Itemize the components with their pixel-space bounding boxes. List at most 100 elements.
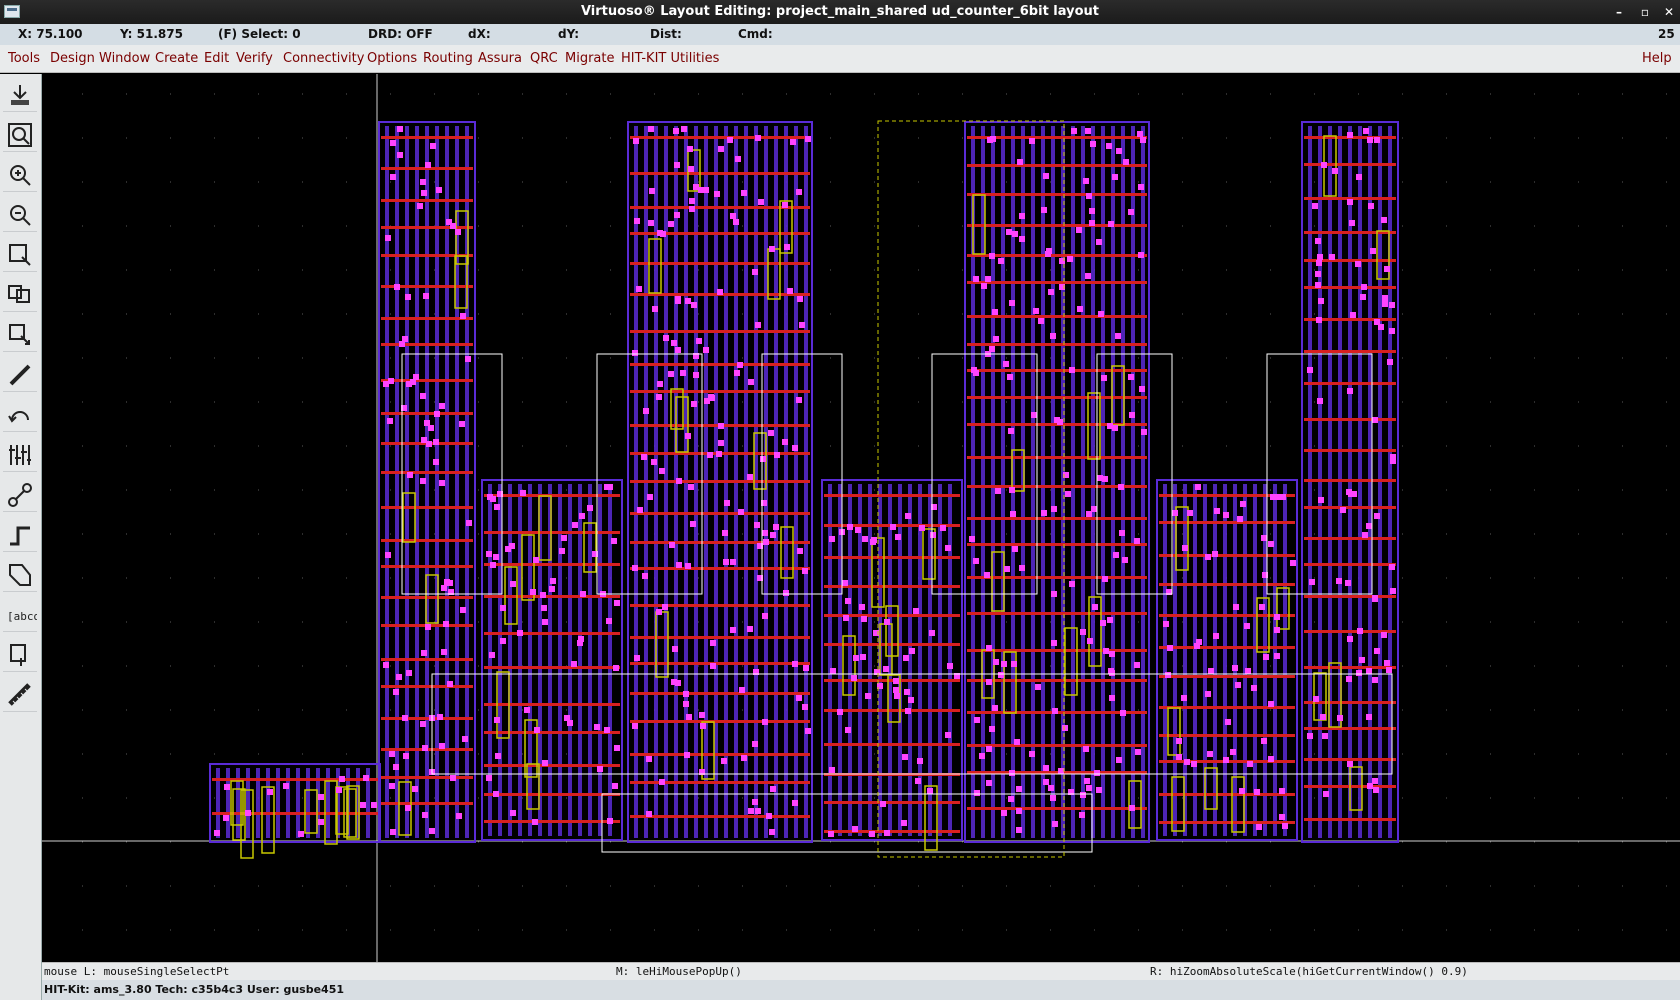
via-contact <box>643 408 649 414</box>
via-contact <box>1054 417 1060 423</box>
label-icon[interactable]: [abcd] <box>3 596 37 632</box>
via-contact <box>869 831 875 837</box>
copy-icon[interactable] <box>3 276 37 312</box>
via-contact <box>1240 501 1246 507</box>
zoom-in-icon[interactable] <box>3 156 37 192</box>
maximize-icon[interactable]: ▫ <box>1636 3 1654 21</box>
via-contact <box>607 484 613 490</box>
via-contact <box>1381 632 1387 638</box>
via-contact <box>1316 317 1322 323</box>
via-contact <box>390 174 396 180</box>
via-contact <box>986 746 992 752</box>
property-icon[interactable] <box>3 436 37 472</box>
via-contact <box>830 668 836 674</box>
via-contact <box>893 687 899 693</box>
menu-hit-kit-utilities[interactable]: HIT-KIT Utilities <box>621 45 719 73</box>
via-contact <box>1290 560 1296 566</box>
via-contact <box>1080 629 1086 635</box>
via-contact <box>1320 714 1326 720</box>
via-contact <box>945 545 951 551</box>
mouse-middle-binding: M: leHiMousePopUp() <box>616 965 742 978</box>
via-contact <box>741 755 747 761</box>
via-contact <box>437 714 443 720</box>
metal2-strap <box>630 692 810 695</box>
metal2-strap <box>630 636 810 639</box>
layout-drawing[interactable] <box>42 74 1680 962</box>
menu-edit[interactable]: Edit <box>204 45 229 73</box>
via-contact <box>520 490 526 496</box>
menu-migrate[interactable]: Migrate <box>565 45 615 73</box>
minimize-icon[interactable]: – <box>1610 3 1628 21</box>
fit-view-icon[interactable] <box>3 116 37 152</box>
via-contact <box>669 542 675 548</box>
metal1-rail <box>578 484 582 836</box>
via-contact <box>1008 428 1014 434</box>
menu-tools[interactable]: Tools <box>8 45 40 73</box>
via-contact <box>1048 289 1054 295</box>
via-contact <box>668 221 674 227</box>
via-contact <box>1307 367 1313 373</box>
metal1-rail <box>395 126 399 838</box>
via-contact <box>1087 638 1093 644</box>
via-contact <box>735 156 741 162</box>
menu-design[interactable]: Design <box>50 45 95 73</box>
via-contact <box>880 801 886 807</box>
menu-help[interactable]: Help <box>1642 45 1672 73</box>
via-contact <box>1016 827 1022 833</box>
via-contact <box>587 505 593 511</box>
save-icon[interactable] <box>3 76 37 112</box>
via-contact <box>1140 137 1146 143</box>
via-contact <box>561 535 567 541</box>
via-contact <box>859 604 865 610</box>
ruler-icon[interactable] <box>3 476 37 512</box>
via-contact <box>974 717 980 723</box>
via-contact <box>614 600 620 606</box>
via-contact <box>533 557 539 563</box>
via-contact <box>1389 564 1395 570</box>
measure-icon[interactable] <box>3 676 37 712</box>
path-icon[interactable] <box>3 356 37 392</box>
via-contact <box>989 726 995 732</box>
menu-routing[interactable]: Routing <box>423 45 473 73</box>
metal2-strap <box>484 632 620 635</box>
metal2-strap <box>1159 793 1295 796</box>
via-contact <box>843 615 849 621</box>
zoom-out-icon[interactable] <box>3 196 37 232</box>
menu-assura[interactable]: Assura <box>478 45 522 73</box>
menu-create[interactable]: Create <box>155 45 198 73</box>
undo-icon[interactable] <box>3 396 37 432</box>
via-contact <box>637 507 643 513</box>
via-contact <box>828 831 834 837</box>
menu-options[interactable]: Options <box>367 45 417 73</box>
wire-icon[interactable] <box>3 516 37 552</box>
via-contact <box>489 652 495 658</box>
metal1-rail <box>1031 126 1035 838</box>
via-contact <box>646 756 652 762</box>
polygon-icon[interactable] <box>3 556 37 592</box>
stretch-icon[interactable] <box>3 236 37 272</box>
via-contact <box>739 687 745 693</box>
close-icon[interactable]: ✕ <box>1660 3 1678 21</box>
via-contact <box>1205 554 1211 560</box>
via-contact <box>1337 715 1343 721</box>
menu-qrc[interactable]: QRC <box>530 45 558 73</box>
via-contact <box>656 394 662 400</box>
via-contact <box>671 679 677 685</box>
menu-verify[interactable]: Verify <box>236 45 273 73</box>
menu-connectivity[interactable]: Connectivity <box>283 45 364 73</box>
metal1-rail <box>1121 126 1125 838</box>
window-menu-icon[interactable] <box>4 5 20 18</box>
via-contact <box>1274 627 1280 633</box>
via-contact <box>1085 273 1091 279</box>
via-contact <box>993 336 999 342</box>
via-contact <box>459 421 465 427</box>
metal2-strap <box>381 506 473 509</box>
via-contact <box>383 662 389 668</box>
instance-icon[interactable] <box>3 636 37 672</box>
layout-canvas[interactable] <box>42 74 1680 962</box>
move-icon[interactable] <box>3 316 37 352</box>
via-contact <box>721 758 727 764</box>
menu-window[interactable]: Window <box>99 45 150 73</box>
menu-bar: Tools Design Window Create Edit Verify C… <box>0 45 1680 73</box>
via-contact <box>1096 787 1102 793</box>
